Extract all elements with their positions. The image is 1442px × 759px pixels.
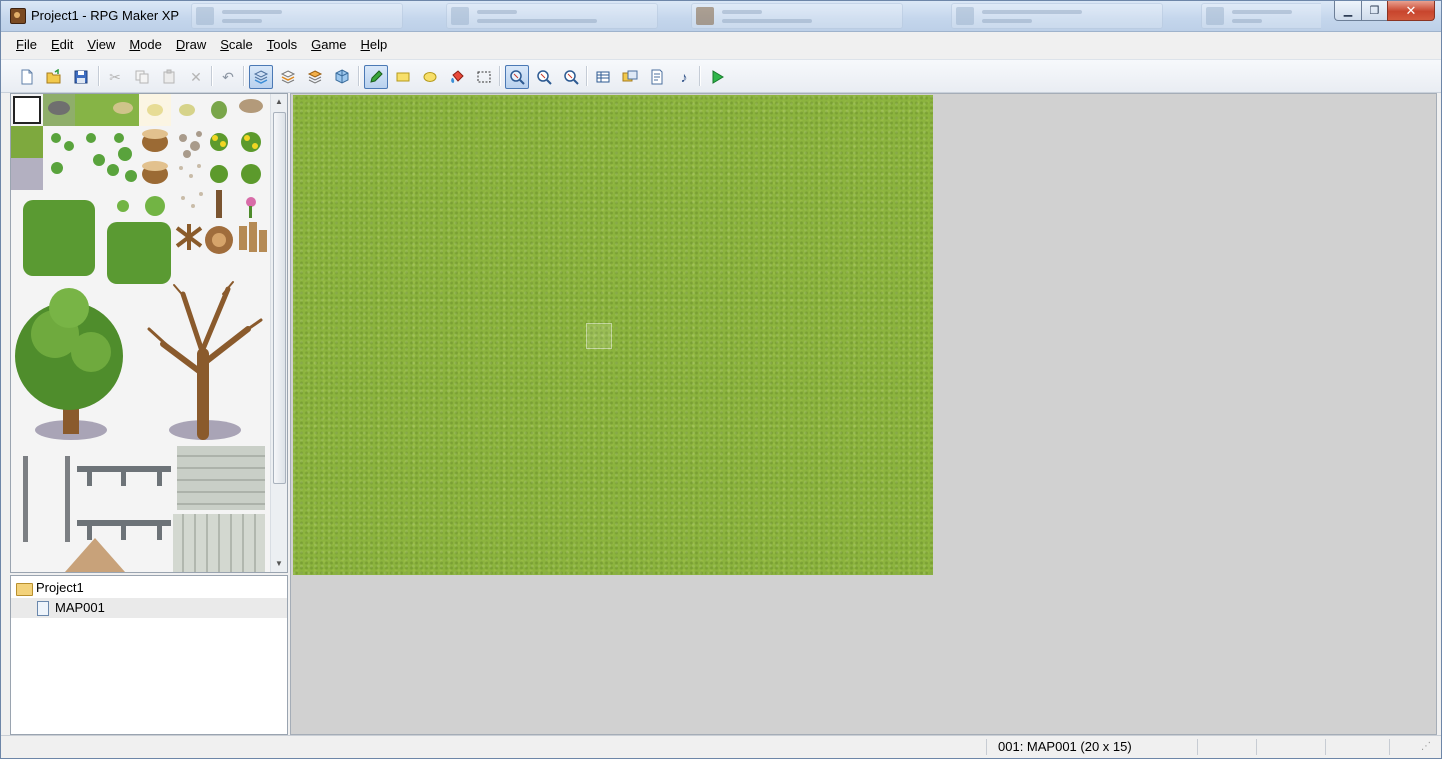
zoom-1-1-button[interactable] (505, 65, 529, 89)
fill-icon (451, 70, 464, 83)
rectangle-tool-button[interactable] (391, 65, 415, 89)
menu-scale[interactable]: Scale (213, 33, 260, 57)
events-layer-button[interactable] (330, 65, 354, 89)
close-button[interactable]: ✕ (1387, 1, 1435, 21)
ellipse-icon (423, 72, 437, 82)
toolbar: ✂ ✕ ↶ ♪ (1, 59, 1441, 93)
cut-button[interactable]: ✂ (103, 65, 127, 89)
background-taskbar-ghosts (191, 1, 1321, 31)
materialbase-icon (622, 70, 638, 82)
scroll-thumb[interactable] (273, 112, 286, 484)
database-icon (596, 71, 610, 83)
map-editor[interactable] (290, 93, 1437, 735)
menu-draw[interactable]: Draw (169, 33, 213, 57)
tileset-palette[interactable] (11, 94, 270, 572)
script-editor-button[interactable] (645, 65, 669, 89)
title-bar[interactable]: Project1 - RPG Maker XP ▁ ❐ ✕ (1, 1, 1441, 32)
zoom-1-4-icon (564, 70, 579, 85)
paste-button[interactable] (157, 65, 181, 89)
select-icon (477, 71, 491, 83)
layer2-icon (280, 70, 296, 84)
menu-view[interactable]: View (80, 33, 122, 57)
copy-icon (135, 70, 149, 84)
playtest-button[interactable] (705, 65, 729, 89)
tileset-panel[interactable]: ▲ ▼ (10, 93, 288, 573)
zoom-1-2-icon (537, 70, 552, 85)
play-icon (712, 70, 724, 84)
window-title: Project1 - RPG Maker XP (31, 8, 180, 23)
zoom-1-1-icon (510, 70, 525, 85)
ellipse-tool-button[interactable] (418, 65, 442, 89)
database-button[interactable] (591, 65, 615, 89)
menu-tools[interactable]: Tools (260, 33, 304, 57)
rectangle-icon (396, 72, 410, 82)
status-map-info: 001: MAP001 (20 x 15) (998, 739, 1132, 754)
selected-tile (13, 96, 41, 124)
app-icon[interactable] (10, 8, 26, 24)
sound-test-button[interactable]: ♪ (672, 65, 696, 89)
scroll-down-icon[interactable]: ▼ (271, 556, 287, 572)
paste-icon (163, 69, 175, 84)
scroll-up-icon[interactable]: ▲ (271, 94, 287, 110)
close-icon: ✕ (1405, 2, 1417, 18)
new-project-button[interactable] (15, 65, 39, 89)
layer1-icon (253, 70, 269, 84)
open-project-button[interactable] (42, 65, 66, 89)
flood-fill-tool-button[interactable] (445, 65, 469, 89)
pencil-tool-button[interactable] (364, 65, 388, 89)
maximize-button[interactable]: ❐ (1361, 1, 1388, 21)
project-name: Project1 (36, 580, 84, 595)
menu-file[interactable]: File (9, 33, 44, 57)
events-icon (335, 69, 349, 84)
save-project-button[interactable] (69, 65, 93, 89)
materialbase-button[interactable] (618, 65, 642, 89)
layer-1-button[interactable] (249, 65, 273, 89)
cut-icon: ✂ (109, 69, 121, 85)
open-folder-icon (46, 69, 61, 84)
zoom-1-4-button[interactable] (559, 65, 583, 89)
delete-icon: ✕ (190, 69, 202, 85)
tile-cursor (586, 323, 612, 349)
minimize-icon: ▁ (1343, 5, 1353, 17)
app-window: Project1 - RPG Maker XP ▁ ❐ ✕ File Edit … (0, 0, 1442, 759)
map-canvas[interactable] (293, 95, 933, 575)
delete-button[interactable]: ✕ (184, 65, 208, 89)
menu-bar: File Edit View Mode Draw Scale Tools Gam… (1, 32, 1441, 58)
minimize-button[interactable]: ▁ (1334, 1, 1362, 21)
undo-icon: ↶ (222, 69, 234, 85)
restore-icon: ❐ (1369, 5, 1380, 17)
undo-button[interactable]: ↶ (216, 65, 240, 89)
resize-grip-icon[interactable]: ⋰ (1421, 738, 1431, 756)
menu-help[interactable]: Help (354, 33, 395, 57)
new-file-icon (21, 69, 33, 85)
layer-2-button[interactable] (276, 65, 300, 89)
map-name: MAP001 (55, 600, 105, 615)
select-tool-button[interactable] (472, 65, 496, 89)
map-tree[interactable]: Project1 MAP001 (10, 575, 288, 735)
copy-button[interactable] (130, 65, 154, 89)
tree-project-node[interactable]: Project1 (11, 578, 287, 598)
save-icon (74, 70, 88, 84)
menu-edit[interactable]: Edit (44, 33, 80, 57)
pencil-icon (370, 70, 383, 83)
menu-game[interactable]: Game (304, 33, 353, 57)
menu-mode[interactable]: Mode (122, 33, 169, 57)
folder-icon (16, 583, 33, 596)
layer3-icon (307, 70, 323, 84)
sound-icon: ♪ (680, 69, 688, 85)
tileset-scrollbar[interactable]: ▲ ▼ (270, 94, 287, 572)
script-icon (651, 69, 663, 85)
status-bar: 001: MAP001 (20 x 15) ⋰ (1, 735, 1441, 758)
layer-3-button[interactable] (303, 65, 327, 89)
zoom-1-2-button[interactable] (532, 65, 556, 89)
tree-map-node[interactable]: MAP001 (11, 598, 287, 618)
map-page-icon (37, 601, 49, 616)
